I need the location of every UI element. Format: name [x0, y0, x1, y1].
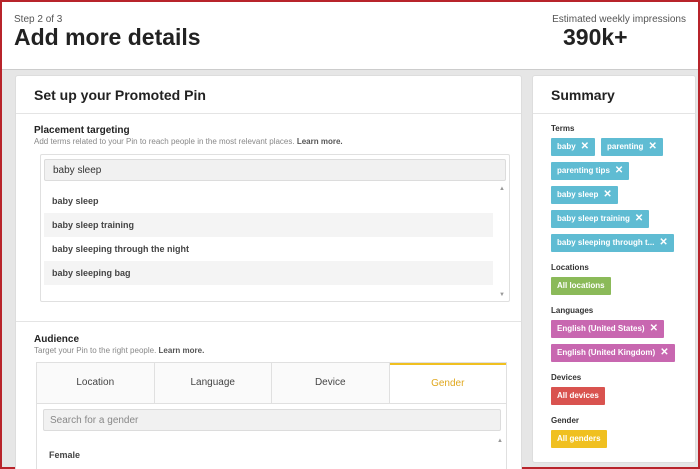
tab-device[interactable]: Device: [272, 363, 390, 403]
audience-tabs: Location Language Device Gender: [36, 362, 507, 404]
language-chip-label: English (United States): [557, 324, 645, 333]
term-chip-label: baby sleeping through t...: [557, 238, 655, 247]
audience-desc: Target your Pin to the right people. Lea…: [34, 346, 204, 355]
remove-icon[interactable]: ✕: [615, 165, 623, 176]
language-chip: English (United States) ✕: [551, 320, 664, 338]
gender-chip: All genders: [551, 430, 607, 448]
placement-title: Placement targeting: [34, 125, 130, 136]
placement-desc-text: Add terms related to your Pin to reach p…: [34, 137, 295, 146]
gender-label: Gender: [551, 416, 580, 425]
term-chip-label: baby: [557, 142, 576, 151]
promoted-pin-card: Set up your Promoted Pin Placement targe…: [15, 75, 522, 469]
remove-icon[interactable]: ✕: [650, 323, 658, 334]
card-title: Set up your Promoted Pin: [34, 87, 206, 103]
page-header: Step 2 of 3 Add more details Estimated w…: [2, 2, 698, 70]
suggestion-scrollbar[interactable]: ▲ ▼: [498, 185, 507, 299]
term-chip-label: baby sleep: [557, 190, 599, 199]
tab-language[interactable]: Language: [154, 363, 272, 403]
terms-label: Terms: [551, 124, 575, 133]
suggestion-item[interactable]: baby sleep: [44, 189, 493, 213]
language-chip: English (United Kingdom) ✕: [551, 344, 675, 362]
summary-title: Summary: [551, 87, 615, 103]
divider: [16, 321, 521, 322]
remove-icon[interactable]: ✕: [581, 141, 589, 152]
scroll-up-icon[interactable]: ▲: [499, 185, 505, 193]
gender-chip-label: All genders: [557, 434, 601, 443]
remove-icon[interactable]: ✕: [635, 213, 643, 224]
term-chip-label: parenting: [607, 142, 644, 151]
term-chip: parenting tips ✕: [551, 162, 630, 180]
gender-panel: ▲ Female: [36, 404, 507, 469]
gender-search-input[interactable]: [43, 409, 501, 431]
term-chip: baby ✕: [551, 138, 596, 156]
locations-label: Locations: [551, 263, 589, 272]
term-chip-label: baby sleep training: [557, 214, 630, 223]
scroll-up-icon[interactable]: ▲: [497, 438, 503, 444]
devices-label: Devices: [551, 373, 582, 382]
placement-desc: Add terms related to your Pin to reach p…: [34, 137, 343, 146]
remove-icon[interactable]: ✕: [603, 189, 611, 200]
location-chip-label: All locations: [557, 281, 605, 290]
device-chip-label: All devices: [557, 391, 599, 400]
remove-icon[interactable]: ✕: [659, 237, 667, 248]
term-search-input[interactable]: [44, 159, 506, 181]
languages-label: Languages: [551, 306, 594, 315]
term-chip: baby sleep ✕: [551, 186, 618, 204]
divider: [533, 113, 695, 114]
audience-desc-text: Target your Pin to the right people.: [34, 346, 157, 355]
term-chip: baby sleep training ✕: [551, 210, 650, 228]
term-chip: baby sleeping through t... ✕: [551, 234, 674, 252]
term-picker: baby sleep baby sleep training baby slee…: [40, 154, 510, 302]
suggestion-list: baby sleep baby sleep training baby slee…: [44, 189, 493, 285]
term-chip-label: parenting tips: [557, 166, 610, 175]
scroll-down-icon[interactable]: ▼: [499, 291, 505, 299]
audience-title: Audience: [34, 334, 80, 345]
summary-card: Summary Terms baby ✕ parenting ✕ parenting…: [532, 75, 696, 463]
divider: [16, 113, 521, 114]
impressions-value: 390k+: [563, 24, 628, 50]
tab-gender[interactable]: Gender: [389, 363, 506, 403]
placement-learn-more-link[interactable]: Learn more.: [297, 137, 343, 146]
location-chip: All locations: [551, 277, 611, 295]
device-chip: All devices: [551, 387, 605, 405]
gender-option-female[interactable]: Female: [49, 450, 80, 460]
suggestion-item[interactable]: baby sleep training: [44, 213, 493, 237]
term-chip: parenting ✕: [601, 138, 663, 156]
tab-location[interactable]: Location: [37, 363, 155, 403]
page-title: Add more details: [14, 24, 201, 50]
language-chip-label: English (United Kingdom): [557, 348, 656, 357]
remove-icon[interactable]: ✕: [648, 141, 656, 152]
audience-learn-more-link[interactable]: Learn more.: [159, 346, 205, 355]
suggestion-item[interactable]: baby sleeping bag: [44, 261, 493, 285]
suggestion-item[interactable]: baby sleeping through the night: [44, 237, 493, 261]
remove-icon[interactable]: ✕: [660, 347, 668, 358]
